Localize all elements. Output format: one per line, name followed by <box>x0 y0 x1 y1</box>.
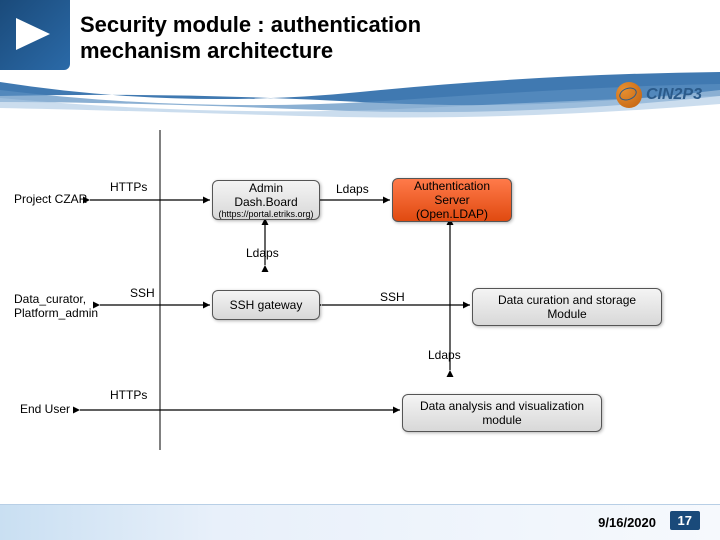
logo-text: CIN2P3 <box>646 86 702 104</box>
box-ssh-gateway-label: SSH gateway <box>230 298 303 312</box>
edge-ldaps-1: Ldaps <box>336 182 369 196</box>
actor-end-user: End User <box>20 402 70 416</box>
box-data-curation-label: Data curation and storage Module <box>477 293 657 321</box>
box-data-analysis: Data analysis and visualization module <box>402 394 602 432</box>
footer-date: 9/16/2020 <box>598 515 656 530</box>
edge-ldaps-3: Ldaps <box>428 348 461 362</box>
architecture-diagram: Project CZAR Data_curator, Platform_admi… <box>0 110 720 490</box>
edge-ldaps-2: Ldaps <box>246 246 279 260</box>
actor-project-czar: Project CZAR <box>14 192 87 206</box>
actor-data-curator: Data_curator, Platform_admin <box>14 292 98 320</box>
logo-globe-icon <box>616 82 642 108</box>
slide-title: Security module : authentication mechani… <box>80 12 500 65</box>
box-ssh-gateway: SSH gateway <box>212 290 320 320</box>
edge-ssh-right: SSH <box>380 290 405 304</box>
box-admin-dashboard: Admin Dash.Board (https://portal.etriks.… <box>212 180 320 220</box>
box-auth-server: Authentication Server (Open.LDAP) <box>392 178 512 222</box>
footer-page-number: 17 <box>670 511 700 530</box>
ccin2p3-logo: CIN2P3 <box>616 82 702 108</box>
slide-header: Security module : authentication mechani… <box>0 0 720 110</box>
header-curve-decoration <box>0 62 720 122</box>
box-auth-server-label: Authentication Server (Open.LDAP) <box>397 179 507 221</box>
box-admin-dashboard-label: Admin Dash.Board <box>217 181 315 209</box>
edge-https-2: HTTPs <box>110 388 147 402</box>
box-admin-dashboard-sub: (https://portal.etriks.org) <box>218 209 313 219</box>
box-data-analysis-label: Data analysis and visualization module <box>407 399 597 427</box>
box-data-curation: Data curation and storage Module <box>472 288 662 326</box>
title-area: Security module : authentication mechani… <box>80 12 500 65</box>
play-triangle-icon <box>16 18 50 50</box>
edge-ssh-left: SSH <box>130 286 155 300</box>
edge-https-1: HTTPs <box>110 180 147 194</box>
